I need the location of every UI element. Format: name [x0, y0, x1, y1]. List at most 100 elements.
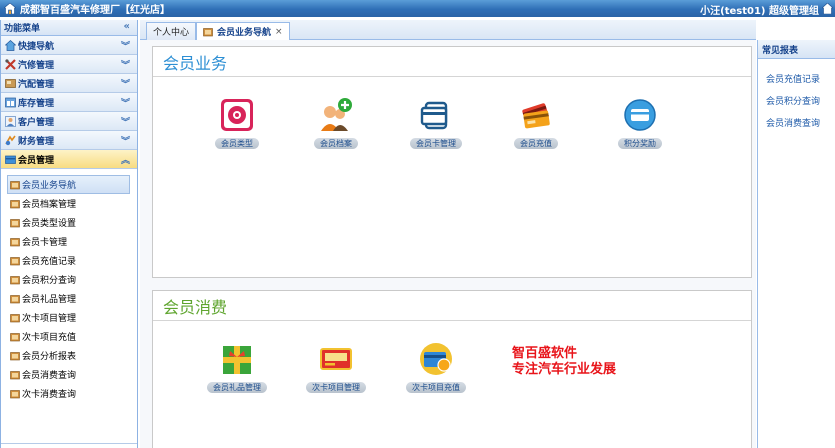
sidebar-title: 功能菜单: [4, 24, 41, 34]
submenu-item-punch-card-recharge[interactable]: 次卡项目充值: [1, 327, 137, 346]
folder-icon: [10, 180, 20, 190]
submenu-item-member-type[interactable]: 会员类型设置: [1, 213, 137, 232]
close-icon[interactable]: ×: [275, 27, 283, 37]
chevron-down-icon[interactable]: ︾: [121, 39, 130, 52]
submenu-item-punch-card-consume[interactable]: 次卡消费查询: [1, 384, 137, 403]
member-card-icon: [418, 97, 454, 133]
slogan-line-1: 智百盛软件: [512, 346, 578, 361]
member-card-button[interactable]: 会员卡管理: [401, 97, 471, 149]
submenu-item-consume-query[interactable]: 会员消费查询: [1, 365, 137, 384]
member-icon: [5, 154, 16, 165]
icon-label: 会员充值: [514, 138, 558, 149]
chevron-down-icon[interactable]: ︾: [121, 96, 130, 109]
sidebar-group-shortcut[interactable]: 快捷导航 ︾: [1, 36, 137, 55]
submenu-item-label: 会员礼品管理: [22, 295, 77, 305]
submenu-item-recharge-record[interactable]: 会员充值记录: [1, 251, 137, 270]
sidebar-group-label: 快捷导航: [18, 41, 55, 52]
reports-list: 会员充值记录 会员积分查询 会员消费查询: [758, 59, 835, 133]
folder-icon: [10, 389, 20, 399]
submenu-item-label: 会员卡管理: [22, 238, 68, 248]
chevron-up-icon[interactable]: ︽: [121, 153, 130, 166]
submenu-item-analysis-report[interactable]: 会员分析报表: [1, 346, 137, 365]
submenu-item-label: 会员积分查询: [22, 276, 77, 286]
folder-icon: [10, 199, 20, 209]
warehouse-icon: [5, 97, 16, 108]
sidebar-group-member[interactable]: 会员管理 ︽: [1, 150, 137, 169]
section-title-business: 会员业务: [153, 47, 751, 77]
chevron-down-icon[interactable]: ︾: [121, 58, 130, 71]
sidebar-group-parts[interactable]: 汽配管理 ︾: [1, 74, 137, 93]
chevron-down-icon[interactable]: ︾: [121, 134, 130, 147]
folder-icon: [10, 294, 20, 304]
submenu-item-member-profile[interactable]: 会员档案管理: [1, 194, 137, 213]
exit-icon[interactable]: [821, 2, 834, 15]
report-link-consume-query[interactable]: 会员消费查询: [758, 111, 835, 133]
sidebar-group-label: 汽配管理: [18, 79, 55, 90]
main-content: 会员业务 会员类型 会员档案 会员卡管理 会员充值 积分奖励 会员消费 会员礼品…: [140, 40, 756, 448]
report-link-recharge-record[interactable]: 会员充值记录: [758, 67, 835, 89]
submenu-item-punch-card[interactable]: 次卡项目管理: [1, 308, 137, 327]
sidebar-group-label: 客户管理: [18, 117, 55, 128]
submenu-item-member-card[interactable]: 会员卡管理: [1, 232, 137, 251]
sidebar-group-customer[interactable]: 客户管理 ︾: [1, 112, 137, 131]
submenu-item-label: 会员业务导航: [22, 181, 77, 191]
sidebar-group-label: 汽修管理: [18, 60, 55, 71]
tab-member-business-nav[interactable]: 会员业务导航 ×: [196, 22, 290, 40]
icon-label: 会员礼品管理: [207, 382, 267, 393]
reports-panel: 常见报表 会员充值记录 会员积分查询 会员消费查询: [757, 40, 835, 448]
chevron-down-icon[interactable]: ︾: [121, 115, 130, 128]
member-type-icon: [219, 97, 255, 133]
folder-icon: [203, 27, 213, 37]
report-link-points-query[interactable]: 会员积分查询: [758, 89, 835, 111]
sidebar-group-label: 财务管理: [18, 136, 55, 147]
folder-icon: [10, 313, 20, 323]
member-consume-panel: 会员消费 会员礼品管理 次卡项目管理 次卡项目充值: [152, 290, 752, 448]
folder-icon: [10, 237, 20, 247]
folder-icon: [10, 351, 20, 361]
tab-label: 个人中心: [153, 28, 190, 38]
slogan-line-2: 专注汽车行业发展: [512, 362, 617, 377]
folder-icon: [10, 370, 20, 380]
points-reward-icon: [622, 97, 658, 133]
tab-strip: 个人中心 会员业务导航 ×: [140, 20, 756, 40]
submenu-item-label: 次卡项目管理: [22, 314, 77, 324]
submenu-item-label: 会员档案管理: [22, 200, 77, 210]
chevron-down-icon[interactable]: ︾: [121, 77, 130, 90]
punch-card-recharge-button[interactable]: 次卡项目充值: [401, 341, 471, 393]
submenu-item-label: 会员消费查询: [22, 371, 77, 381]
punch-card-icon: [318, 341, 354, 377]
folder-icon: [10, 256, 20, 266]
icon-label: 会员档案: [314, 138, 358, 149]
submenu-item-label: 会员充值记录: [22, 257, 77, 267]
wrench-icon: [5, 58, 16, 70]
sidebar-group-finance[interactable]: 财务管理 ︾: [1, 131, 137, 150]
member-profile-button[interactable]: 会员档案: [301, 97, 371, 149]
home-icon[interactable]: [4, 3, 16, 14]
submenu-item-label: 次卡项目充值: [22, 333, 77, 343]
member-type-button[interactable]: 会员类型: [202, 97, 272, 149]
icon-label: 次卡项目管理: [306, 382, 366, 393]
sidebar-group-inventory[interactable]: 库存管理 ︾: [1, 93, 137, 112]
punch-card-management-button[interactable]: 次卡项目管理: [301, 341, 371, 393]
tab-label: 会员业务导航: [217, 28, 272, 38]
submenu-item-label: 会员类型设置: [22, 219, 77, 229]
sidebar-group-repair[interactable]: 汽修管理 ︾: [1, 55, 137, 74]
recharge-button[interactable]: 会员充值: [501, 97, 571, 149]
user-info[interactable]: 小汪(test01) 超级管理组: [700, 2, 819, 17]
recharge-icon: [518, 97, 554, 133]
sidebar: 功能菜单 « 快捷导航 ︾ 汽修管理 ︾ 汽配管理 ︾ 库存管理 ︾ 客户管理 …: [0, 20, 138, 448]
app-title: 成都智百盛汽车修理厂【红光店】: [20, 5, 170, 16]
section-title-consume: 会员消费: [153, 291, 751, 321]
sidebar-header: 功能菜单 «: [1, 20, 137, 36]
member-profile-icon: [318, 97, 354, 133]
submenu-item-label: 次卡消费查询: [22, 390, 77, 400]
submenu-item-points-query[interactable]: 会员积分查询: [1, 270, 137, 289]
submenu-item-gift[interactable]: 会员礼品管理: [1, 289, 137, 308]
sidebar-collapse-icon[interactable]: «: [124, 21, 130, 32]
points-reward-button[interactable]: 积分奖励: [605, 97, 675, 149]
icon-label: 会员卡管理: [410, 138, 462, 149]
submenu-item-member-business-nav[interactable]: 会员业务导航: [7, 175, 130, 194]
tab-personal-center[interactable]: 个人中心: [146, 22, 197, 40]
gift-management-button[interactable]: 会员礼品管理: [202, 341, 272, 393]
member-submenu: 会员业务导航 会员档案管理 会员类型设置 会员卡管理 会员充值记录 会员积分查询…: [1, 169, 137, 403]
